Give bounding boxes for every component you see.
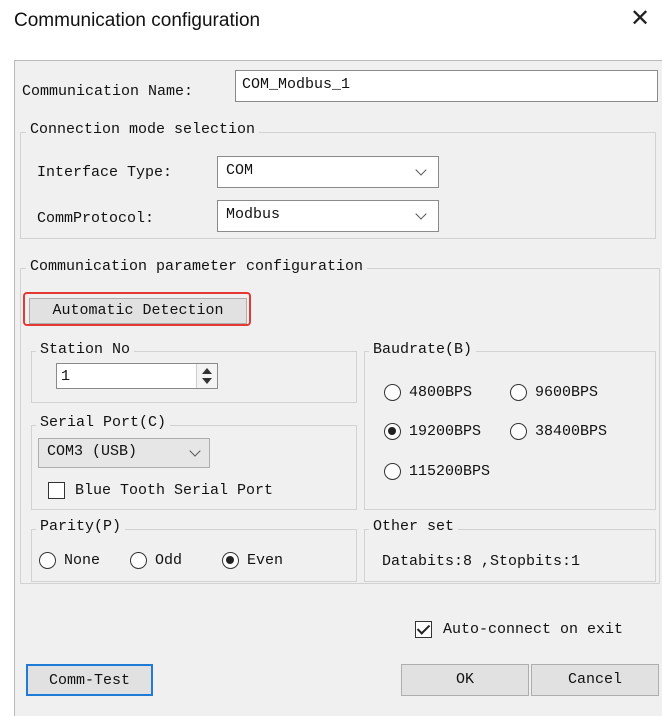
connection-mode-title: Connection mode selection: [26, 121, 260, 138]
spin-down-icon[interactable]: [202, 378, 212, 384]
interface-type-select[interactable]: COM: [217, 156, 439, 188]
serial-port-value: COM3 (USB): [47, 443, 138, 460]
other-set-title: Other set: [369, 518, 459, 535]
baud-9600-label: 9600BPS: [535, 384, 599, 401]
comm-name-label: Communication Name:: [22, 83, 194, 100]
baud-115200-label: 115200BPS: [409, 463, 491, 480]
interface-type-label: Interface Type:: [37, 164, 173, 181]
baud-4800-radio[interactable]: [384, 384, 401, 401]
baud-9600-radio[interactable]: [510, 384, 527, 401]
station-title: Station No: [36, 341, 135, 358]
baud-19200-radio[interactable]: [384, 423, 401, 440]
comm-test-button[interactable]: Comm-Test: [26, 664, 153, 696]
other-set-text: Databits:8 ,Stopbits:1: [382, 553, 581, 570]
checkmark-icon: [416, 621, 431, 635]
station-spinner[interactable]: [196, 364, 217, 388]
baud-19200-label: 19200BPS: [409, 423, 482, 440]
parity-title: Parity(P): [36, 518, 126, 535]
highlight-box: [23, 292, 251, 326]
parity-odd-label: Odd: [155, 552, 183, 569]
serial-port-title: Serial Port(C): [36, 414, 171, 431]
protocol-select[interactable]: Modbus: [217, 200, 439, 232]
protocol-label: CommProtocol:: [37, 210, 155, 227]
bluetooth-checkbox[interactable]: [48, 482, 65, 499]
baudrate-title: Baudrate(B): [369, 341, 477, 358]
window-title: Communication configuration: [14, 10, 261, 31]
comm-name-input[interactable]: COM_Modbus_1: [235, 70, 658, 102]
parity-odd-radio[interactable]: [130, 552, 147, 569]
spin-up-icon[interactable]: [202, 368, 212, 374]
parity-none-radio[interactable]: [39, 552, 56, 569]
parity-even-label: Even: [247, 552, 284, 569]
ok-button[interactable]: OK: [401, 664, 529, 696]
chevron-down-icon: [415, 208, 427, 220]
cancel-button[interactable]: Cancel: [531, 664, 659, 696]
auto-connect-label: Auto-connect on exit: [443, 621, 624, 638]
chevron-down-icon: [415, 164, 427, 176]
interface-type-value: COM: [226, 162, 254, 179]
comm-parameter-title: Communication parameter configuration: [26, 258, 368, 275]
chevron-down-icon: [189, 445, 201, 457]
bluetooth-label: Blue Tooth Serial Port: [75, 482, 274, 499]
baud-38400-radio[interactable]: [510, 423, 527, 440]
serial-port-select[interactable]: COM3 (USB): [38, 438, 210, 468]
station-no-input[interactable]: 1: [56, 363, 218, 389]
baud-38400-label: 38400BPS: [535, 423, 608, 440]
auto-connect-checkbox[interactable]: [415, 621, 432, 638]
baud-4800-label: 4800BPS: [409, 384, 473, 401]
baud-115200-radio[interactable]: [384, 463, 401, 480]
close-icon[interactable]: ✕: [630, 6, 650, 30]
protocol-value: Modbus: [226, 206, 281, 223]
parity-none-label: None: [64, 552, 101, 569]
parity-even-radio[interactable]: [222, 552, 239, 569]
